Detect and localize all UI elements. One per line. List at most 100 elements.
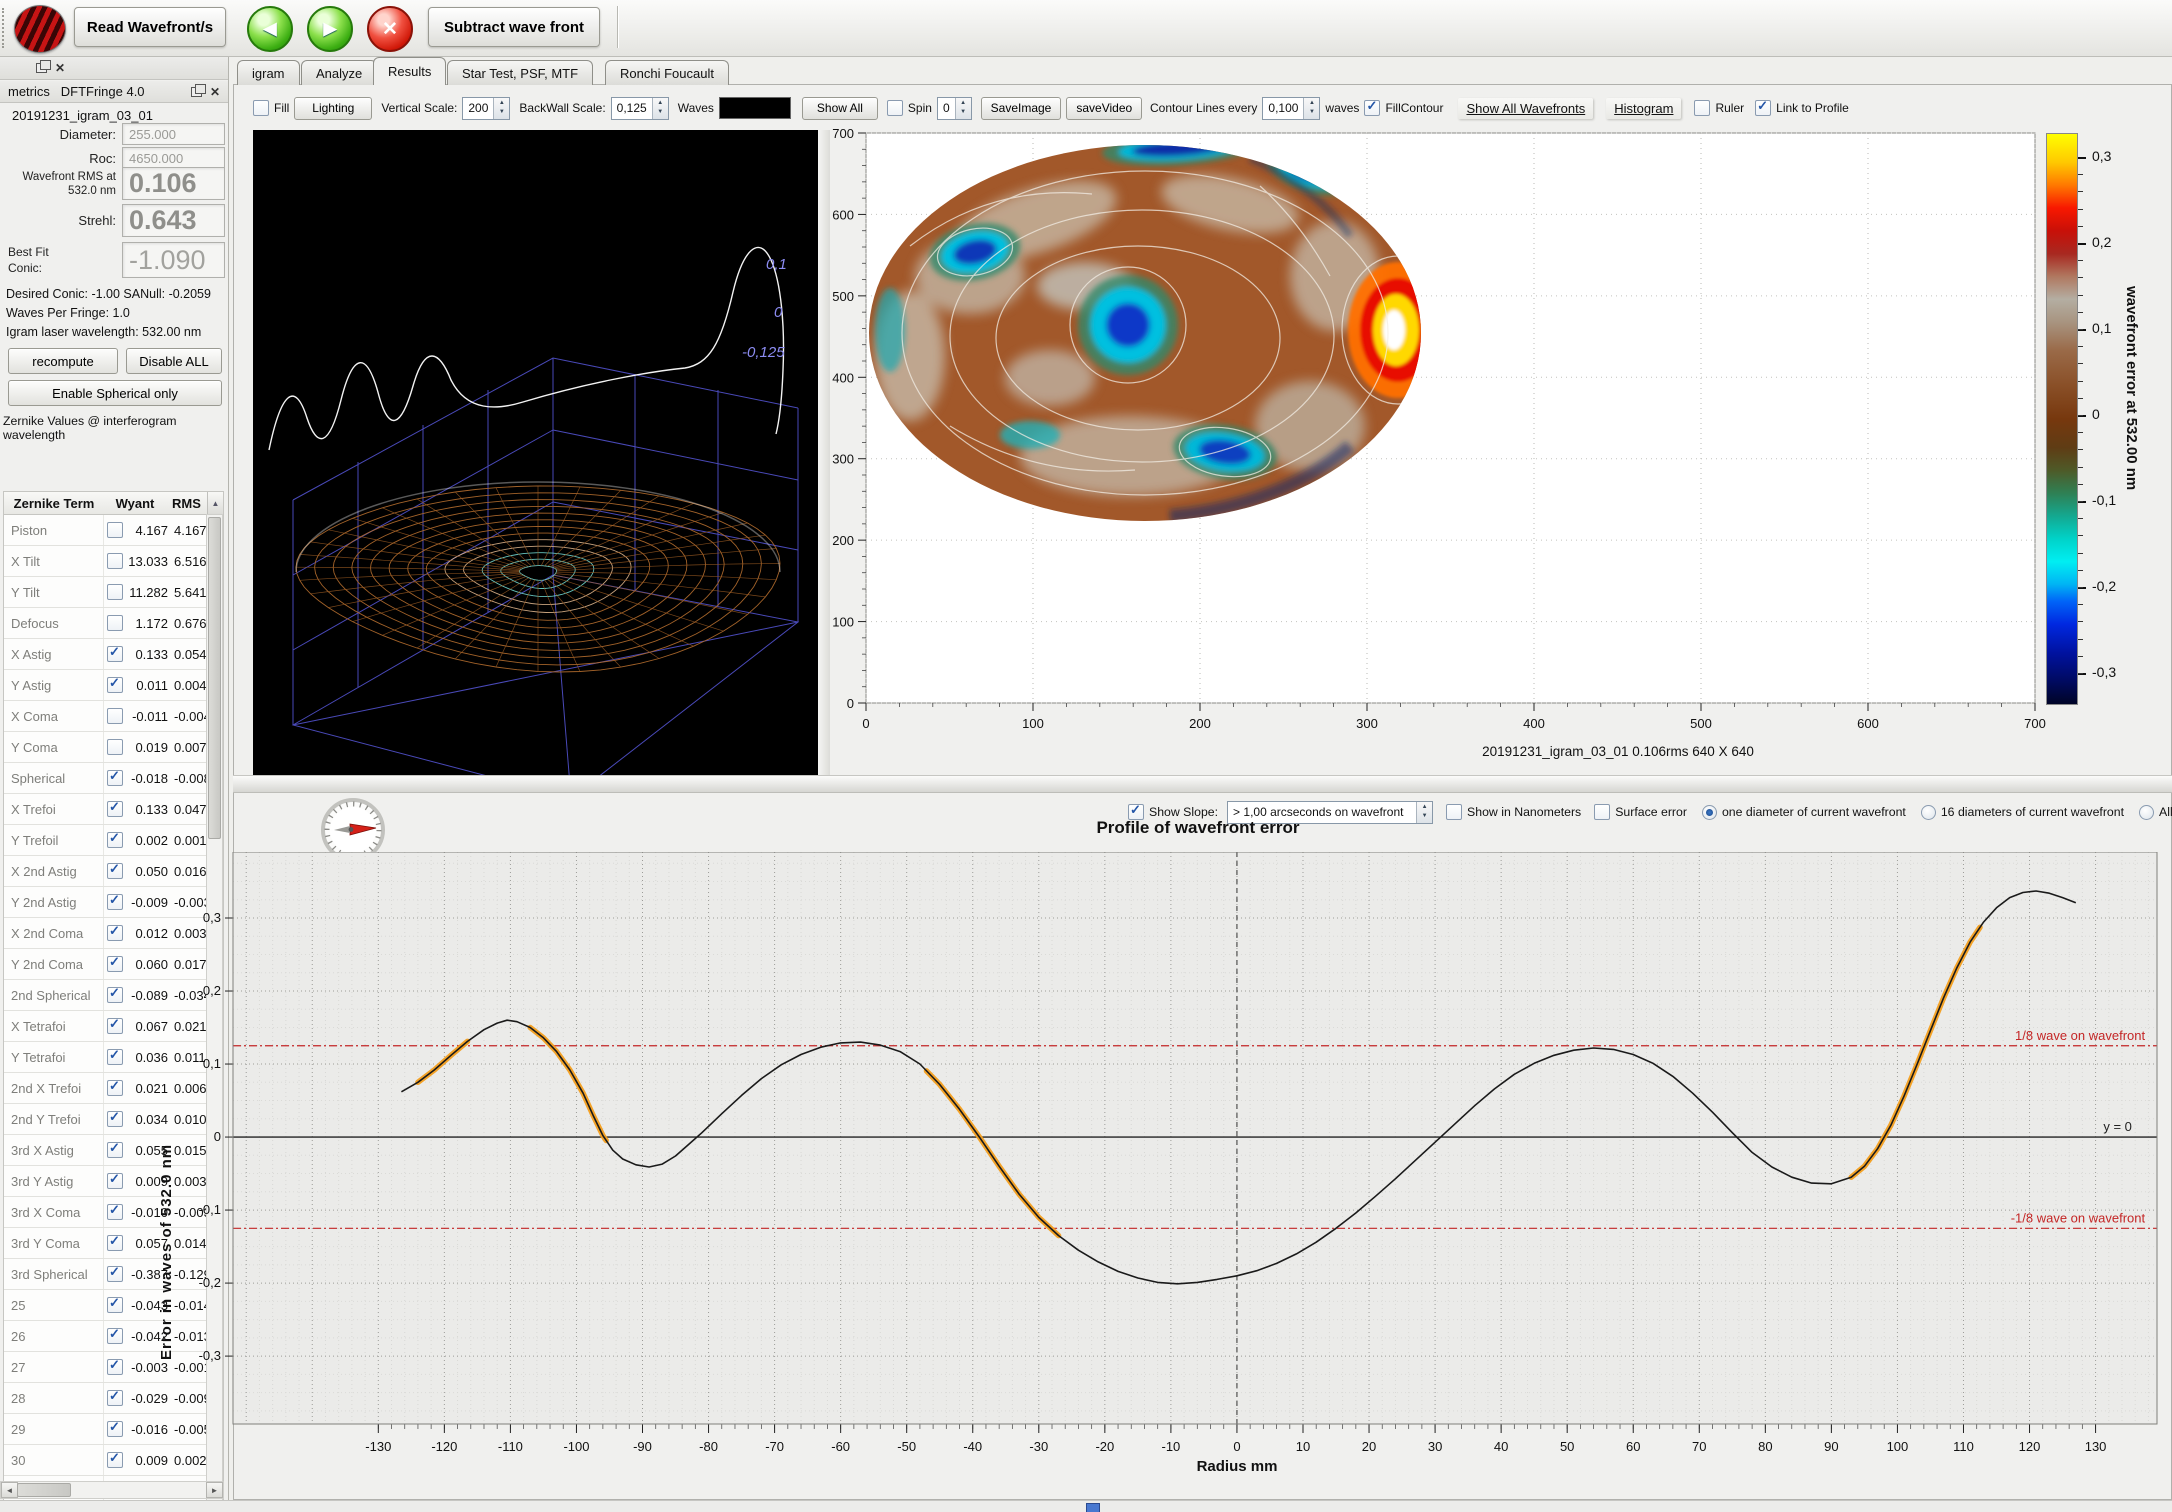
disable-all-button[interactable]: Disable ALL [126,348,222,374]
zernike-enable-checkbox[interactable] [107,646,123,662]
save-image-button[interactable]: SaveImage [981,97,1062,120]
all-wavefronts-radio[interactable] [2139,805,2154,820]
enable-spherical-only-button[interactable]: Enable Spherical only [8,380,222,406]
dock-scroll-right-icon[interactable]: ► [206,1482,223,1498]
svg-text:100: 100 [1887,1439,1909,1454]
zernike-enable-checkbox[interactable] [107,1421,123,1437]
backwall-scale-spinbox[interactable]: 0,125▲▼ [611,97,669,120]
svg-text:0,2: 0,2 [203,983,221,998]
zernike-enable-checkbox[interactable] [107,987,123,1003]
zernike-enable-checkbox[interactable] [107,801,123,817]
back-button[interactable]: ◀ [247,6,293,52]
table-scroll-up-icon[interactable]: ▲ [207,492,223,514]
tab-ronchi-foucault[interactable]: Ronchi Foucault [605,60,729,85]
col-wyant[interactable]: Wyant [104,496,166,511]
dock-hscroll-thumb[interactable] [17,1483,71,1497]
horizontal-splitter[interactable] [233,775,2172,793]
svg-text:40: 40 [1494,1439,1508,1454]
lighting-button[interactable]: Lighting [294,97,372,120]
dock-close-icon[interactable]: ✕ [55,62,65,74]
ruler-checkbox[interactable] [1694,100,1710,116]
zernike-wyant-value: -0.009 [122,895,168,910]
surface-error-checkbox[interactable] [1594,804,1610,820]
zernike-enable-checkbox[interactable] [107,956,123,972]
zernike-enable-checkbox[interactable] [107,584,123,600]
surface3d-controls: Fill Lighting Vertical Scale: 200▲▼ Back… [253,96,1142,120]
zernike-enable-checkbox[interactable] [107,1297,123,1313]
backwall-profile-curve [269,247,784,450]
zernike-enable-checkbox[interactable] [107,1142,123,1158]
vertical-splitter[interactable] [818,130,830,775]
spin-spinbox[interactable]: 0▲▼ [937,97,972,120]
zernike-enable-checkbox[interactable] [107,925,123,941]
zernike-enable-checkbox[interactable] [107,553,123,569]
zernike-enable-checkbox[interactable] [107,770,123,786]
dock-scroll-left-icon[interactable]: ◄ [1,1482,18,1498]
svg-text:-20: -20 [1095,1439,1114,1454]
toolbar-grip[interactable] [2,8,10,48]
read-wavefronts-button[interactable]: Read Wavefront/s [74,7,226,47]
waves-color-swatch[interactable] [719,97,791,119]
zernike-enable-checkbox[interactable] [107,1173,123,1189]
contour-waves-label: waves [1325,101,1359,115]
metrics-title: metrics [8,84,50,99]
svg-text:70: 70 [1692,1439,1706,1454]
save-video-button[interactable]: saveVideo [1066,97,1142,120]
tab-analyze[interactable]: Analyze [301,60,377,85]
colorbar-tick-label: 0 [2092,406,2100,422]
subtract-wavefront-button[interactable]: Subtract wave front [428,7,600,47]
zernike-wyant-value: 13.033 [122,554,168,569]
contour-view[interactable]: 0100200300400500600700700600500400300200… [830,126,2172,775]
roc-field[interactable]: 4650.000 [122,147,225,169]
vertical-scale-spinbox[interactable]: 200▲▼ [462,97,510,120]
tab-results[interactable]: Results [373,57,446,85]
profile-chart[interactable]: 1/8 wave on wavefront-1/8 wave on wavefr… [183,852,2163,1477]
recompute-button[interactable]: recompute [8,348,118,374]
diameter-field[interactable]: 255.000 [122,123,225,145]
rms-value: 0.106 [122,167,225,200]
zernike-enable-checkbox[interactable] [107,1266,123,1282]
tab-star-test-psf-mtf[interactable]: Star Test, PSF, MTF [447,60,593,85]
col-rms[interactable]: RMS [166,496,207,511]
zernike-enable-checkbox[interactable] [107,894,123,910]
tab-igram[interactable]: igram [237,60,300,85]
col-zernike-term[interactable]: Zernike Term [4,496,104,511]
dock-float-icon[interactable] [36,63,47,73]
zernike-enable-checkbox[interactable] [107,1390,123,1406]
zernike-enable-checkbox[interactable] [107,522,123,538]
zernike-enable-checkbox[interactable] [107,708,123,724]
zernike-enable-checkbox[interactable] [107,1235,123,1251]
fill-contour-checkbox[interactable] [1364,100,1380,116]
contour-every-spinbox[interactable]: 0,100▲▼ [1262,97,1320,120]
zernike-enable-checkbox[interactable] [107,1080,123,1096]
forward-button[interactable]: ▶ [307,6,353,52]
spin-checkbox[interactable] [887,100,903,116]
zernike-enable-checkbox[interactable] [107,1359,123,1375]
metrics-close-icon[interactable]: ✕ [210,86,220,98]
show-all-button[interactable]: Show All [802,97,878,120]
zernike-vscroll-thumb[interactable] [208,517,221,839]
zernike-enable-checkbox[interactable] [107,863,123,879]
zernike-enable-checkbox[interactable] [107,739,123,755]
zernike-enable-checkbox[interactable] [107,1049,123,1065]
zernike-enable-checkbox[interactable] [107,832,123,848]
zernike-term: X Tilt [4,546,104,576]
dock-hscrollbar[interactable]: ◄ ► [0,1481,224,1499]
zernike-enable-checkbox[interactable] [107,615,123,631]
one-diameter-radio[interactable] [1702,805,1717,820]
delete-wavefront-button[interactable]: ✕ [367,6,413,52]
show-all-wavefronts-button[interactable]: Show All Wavefronts [1458,98,1593,119]
link-to-profile-checkbox[interactable] [1755,100,1771,116]
surface3d-view[interactable] [253,130,818,775]
fill-checkbox[interactable] [253,100,269,116]
histogram-button[interactable]: Histogram [1606,98,1681,119]
zernike-enable-checkbox[interactable] [107,677,123,693]
zernike-enable-checkbox[interactable] [107,1452,123,1468]
zernike-enable-checkbox[interactable] [107,1111,123,1127]
metrics-float-icon[interactable] [191,87,202,97]
zernike-enable-checkbox[interactable] [107,1204,123,1220]
zernike-enable-checkbox[interactable] [107,1328,123,1344]
sixteen-diameters-radio[interactable] [1921,805,1936,820]
svg-text:120: 120 [2019,1439,2041,1454]
zernike-enable-checkbox[interactable] [107,1018,123,1034]
